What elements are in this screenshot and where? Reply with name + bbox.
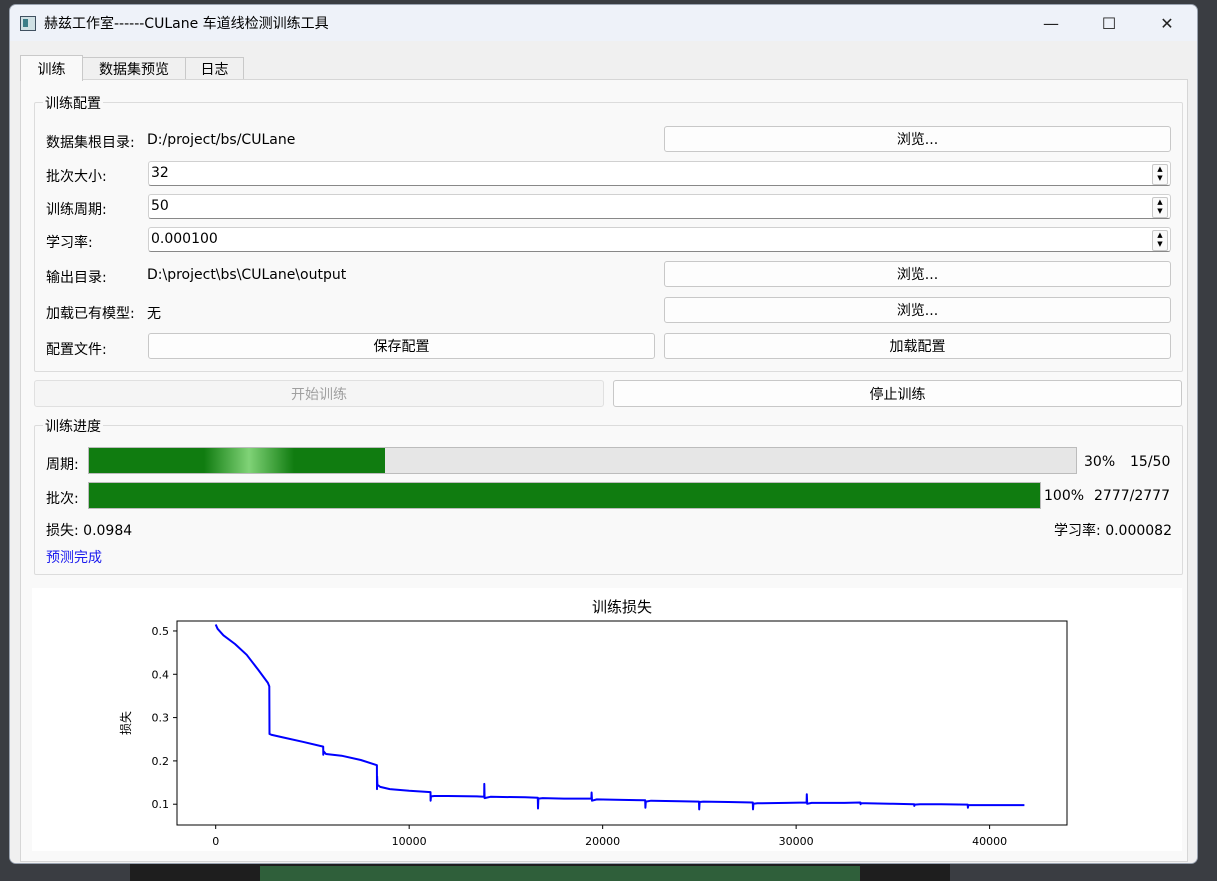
loss-series-line [214, 624, 1025, 811]
window-title: 赫兹工作室------CULane 车道线检测训练工具 [44, 16, 329, 32]
epochs-spinbox[interactable]: 50 ▲ ▼ [148, 194, 1171, 219]
progress-group: 训练进度 周期: 30% 15/50 批次: 100% 2777/2777 损失… [34, 416, 1183, 575]
batch-size-label: 批次大小: [46, 169, 107, 185]
maximize-icon: ☐ [1101, 13, 1117, 33]
batch-progress-fill [89, 483, 1040, 508]
minimize-button[interactable]: — [1022, 5, 1080, 41]
dataset-root-label: 数据集根目录: [46, 135, 135, 151]
epochs-value: 50 [151, 198, 169, 214]
close-button[interactable]: ✕ [1138, 5, 1196, 41]
batch-count: 2777/2777 [1094, 488, 1170, 504]
loss-readout: 损失: 0.0984 [46, 523, 133, 539]
epoch-progress-fill [89, 448, 385, 473]
lr-spinbox[interactable]: 0.000100 ▲ ▼ [148, 227, 1171, 252]
loss-chart-svg: 训练损失 0 10000 20000 30000 40000 0.1 0.2 0.3 0.4 0.5… [118, 598, 1068, 863]
client-area: 训练 数据集预览 日志 训练配置 数据集根目录: D:/project/bs/C… [10, 41, 1197, 863]
batch-size-value: 32 [151, 165, 169, 181]
spin-arrows-icon[interactable]: ▲ ▼ [1152, 230, 1168, 251]
lr-label: 学习率: [46, 235, 93, 251]
y-tick-label: 0.1 [152, 798, 170, 811]
chart-title: 训练损失 [592, 598, 652, 616]
background-image-strip [260, 866, 860, 881]
close-icon: ✕ [1160, 13, 1174, 33]
load-model-value: 无 [147, 306, 161, 322]
minimize-icon: — [1043, 13, 1059, 33]
tab-log[interactable]: 日志 [185, 57, 244, 80]
epochs-label: 训练周期: [46, 202, 107, 218]
loss-chart: 训练损失 0 10000 20000 30000 40000 0.1 0.2 0.3 0.4 0.5… [32, 588, 1182, 863]
tab-dataset-preview[interactable]: 数据集预览 [82, 57, 186, 80]
load-model-label: 加载已有模型: [46, 306, 135, 322]
dataset-root-value: D:/project/bs/CULane [147, 132, 296, 148]
epoch-progress-bar [88, 447, 1077, 474]
output-dir-value: D:\project\bs\CULane\output [147, 267, 347, 283]
epoch-percent: 30% [1084, 454, 1116, 470]
spin-arrows-icon[interactable]: ▲ ▼ [1152, 197, 1168, 218]
config-file-label: 配置文件: [46, 342, 107, 358]
main-window: 赫兹工作室------CULane 车道线检测训练工具 — ☐ ✕ 训练 数据集… [9, 4, 1198, 864]
x-tick-label: 30000 [779, 835, 814, 848]
maximize-button[interactable]: ☐ [1080, 5, 1138, 41]
output-dir-label: 输出目录: [46, 270, 107, 286]
status-text: 预测完成 [46, 550, 102, 566]
chart-frame [176, 620, 1068, 826]
config-group-title: 训练配置 [43, 93, 103, 113]
stop-training-button[interactable]: 停止训练 [613, 380, 1182, 407]
tab-train[interactable]: 训练 [20, 55, 83, 81]
output-browse-button[interactable]: 浏览... [664, 261, 1171, 287]
y-axis-label: 损失 [118, 711, 133, 735]
batch-progress-bar [88, 482, 1041, 509]
model-browse-button[interactable]: 浏览... [664, 297, 1171, 323]
epoch-count: 15/50 [1130, 454, 1171, 470]
lr-value: 0.000100 [151, 231, 218, 247]
save-config-button[interactable]: 保存配置 [148, 333, 655, 359]
app-icon [20, 16, 36, 31]
y-tick-label: 0.3 [152, 712, 170, 725]
progress-group-title: 训练进度 [43, 416, 103, 436]
batch-size-spinbox[interactable]: 32 ▲ ▼ [148, 161, 1171, 186]
lr-readout: 学习率: 0.000082 [1054, 523, 1172, 539]
y-tick-label: 0.4 [152, 668, 170, 681]
config-group: 训练配置 数据集根目录: D:/project/bs/CULane 浏览... … [34, 93, 1183, 372]
load-config-button[interactable]: 加载配置 [664, 333, 1171, 359]
epoch-progress-label: 周期: [46, 457, 79, 473]
start-training-button[interactable]: 开始训练 [34, 380, 604, 407]
x-tick-label: 40000 [972, 835, 1007, 848]
x-tick-label: 10000 [392, 835, 427, 848]
spin-arrows-icon[interactable]: ▲ ▼ [1152, 164, 1168, 185]
x-tick-label: 20000 [585, 835, 620, 848]
y-tick-label: 0.2 [152, 755, 170, 768]
batch-progress-label: 批次: [46, 491, 79, 507]
batch-percent: 100% [1044, 488, 1085, 504]
y-tick-label: 0.5 [152, 625, 170, 638]
x-tick-label: 0 [212, 835, 219, 848]
dataset-browse-button[interactable]: 浏览... [664, 126, 1171, 152]
progress-shine [204, 448, 294, 473]
title-bar[interactable]: 赫兹工作室------CULane 车道线检测训练工具 — ☐ ✕ [10, 5, 1197, 41]
